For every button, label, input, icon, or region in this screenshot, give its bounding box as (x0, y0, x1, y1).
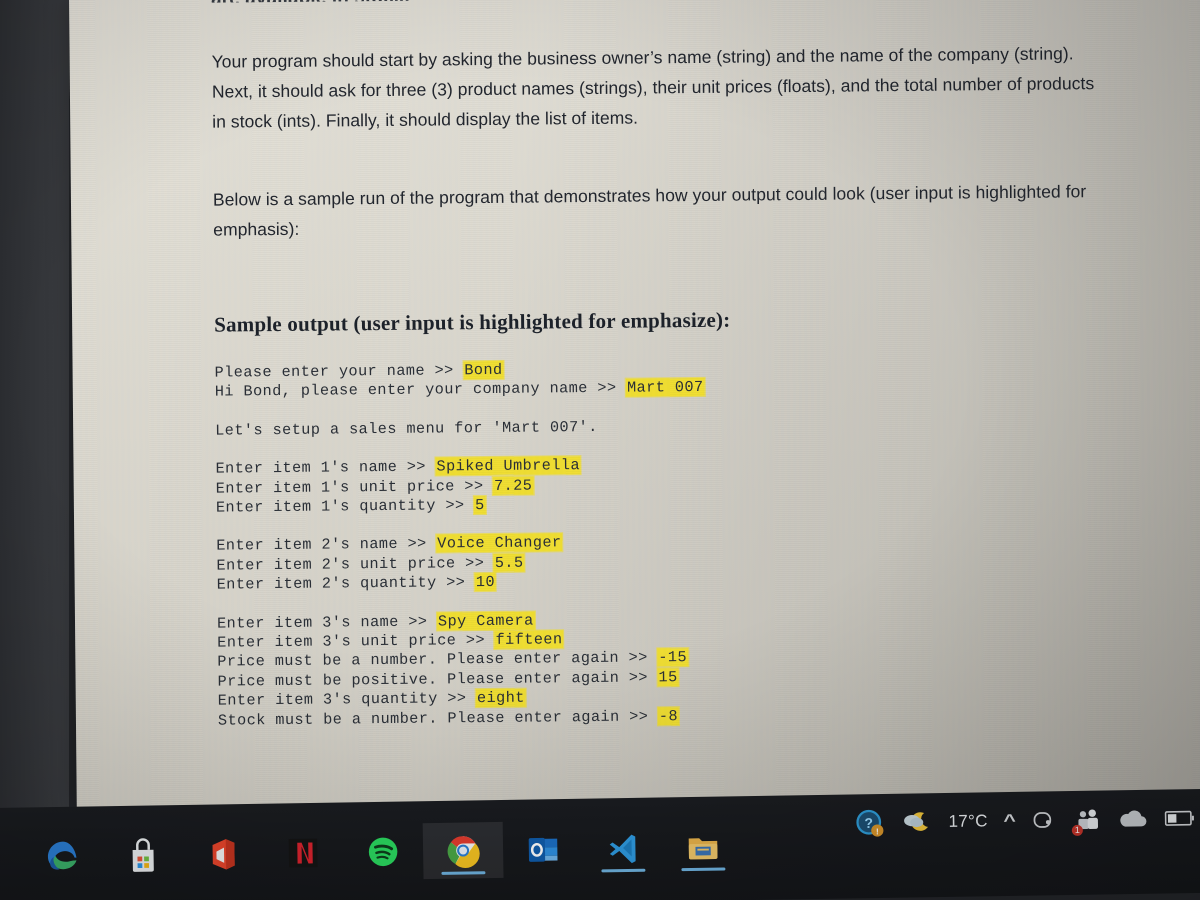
night-cloud-icon[interactable] (901, 808, 931, 836)
running-indicator (681, 867, 726, 872)
microsoft-store-icon (124, 836, 163, 875)
chevron-up-icon[interactable]: ^ (1003, 811, 1016, 831)
battery-icon[interactable] (1164, 809, 1195, 827)
taskbar-button-microsoft-outlook[interactable] (503, 821, 584, 878)
taskbar-app-buttons (23, 818, 744, 885)
taskbar-button-spotify[interactable] (343, 823, 424, 880)
laptop-bezel-left (0, 0, 69, 836)
webcam-icon[interactable] (1031, 807, 1057, 833)
console-prompt-text: Let's setup a sales menu for 'Mart 007'. (215, 417, 598, 440)
running-indicator (441, 871, 486, 875)
taskbar-button-microsoft-edge[interactable] (23, 828, 104, 885)
console-block: Enter item 3's name >> Spy Camera Enter i… (217, 606, 1118, 731)
console-prompt-text: Price must be positive. Please enter aga… (217, 668, 658, 691)
netflix-icon (284, 834, 323, 873)
taskbar-button-microsoft-office[interactable] (183, 826, 264, 883)
console-block: Enter item 1's name >> Spiked Umbrella En… (215, 451, 1116, 518)
console-block: Let's setup a sales menu for 'Mart 007'. (215, 413, 1115, 441)
weather-temperature[interactable]: 17°C (948, 811, 987, 832)
highlighted-user-input: Mart 007 (625, 378, 705, 398)
console-line: Let's setup a sales menu for 'Mart 007'. (215, 413, 1115, 441)
file-explorer-icon (684, 827, 723, 866)
highlighted-user-input: fifteen (494, 630, 564, 650)
highlighted-user-input: 15 (657, 668, 679, 687)
highlighted-user-input: Bond (463, 360, 504, 380)
taskbar-button-file-explorer[interactable] (663, 818, 744, 875)
console-prompt-text: Price must be a number. Please enter aga… (217, 648, 658, 672)
console-block: Please enter your name >> Bond Hi Bond, p… (215, 355, 1115, 402)
system-tray: ? ! 17°C ^ 1 (854, 803, 1200, 838)
console-prompt-text: Enter item 1's name >> (215, 457, 436, 478)
console-prompt-text: Enter item 1's quantity >> (215, 496, 475, 517)
teams-unread-badge: 1 (1071, 824, 1083, 836)
taskbar-button-microsoft-store[interactable] (103, 827, 184, 884)
sample-run-paragraph: Below is a sample run of the program tha… (212, 181, 1087, 240)
photograph-frame: are available in stock. Your program sho… (0, 0, 1200, 900)
highlighted-user-input: 7.25 (492, 476, 534, 495)
microsoft-edge-icon (44, 838, 83, 877)
highlighted-user-input: -8 (657, 706, 680, 726)
onedrive-cloud-icon[interactable] (1118, 808, 1148, 830)
highlighted-user-input: 5.5 (493, 553, 525, 572)
help-circle-icon[interactable]: ? ! (854, 808, 884, 838)
console-prompt-text: Enter item 1's unit price >> (215, 476, 494, 498)
console-prompt-text: Enter item 3's unit price >> (217, 631, 495, 652)
console-prompt-text: Enter item 2's name >> (216, 534, 437, 556)
highlighted-user-input: Spy Camera (436, 611, 535, 631)
taskbar-button-google-chrome[interactable] (422, 821, 504, 880)
console-block: Enter item 2's name >> Voice Changer Ente… (216, 528, 1117, 595)
running-indicator (601, 868, 646, 873)
console-output-block: Please enter your name >> Bond Hi Bond, p… (215, 355, 1118, 731)
highlighted-user-input: 10 (474, 573, 497, 592)
taskbar-button-visual-studio-code[interactable] (583, 819, 664, 876)
highlighted-user-input: Spiked Umbrella (435, 456, 582, 476)
console-prompt-text: Enter item 2's quantity >> (216, 573, 475, 594)
console-prompt-text: Stock must be a number. Please enter aga… (217, 707, 658, 730)
spotify-icon (364, 833, 403, 872)
console-prompt-text: Enter item 3's name >> (216, 612, 438, 633)
cut-off-text-line: are available in stock. (211, 0, 1111, 3)
microsoft-outlook-icon (524, 830, 563, 869)
highlighted-user-input: Voice Changer (436, 533, 563, 553)
console-prompt-text: Enter item 3's quantity >> (217, 689, 477, 710)
highlighted-user-input: -15 (657, 648, 689, 667)
visual-studio-code-icon (604, 829, 643, 868)
console-prompt-text: Please enter your name >> (214, 361, 464, 382)
highlighted-user-input: eight (475, 688, 526, 708)
taskbar-button-netflix[interactable] (263, 824, 344, 881)
intro-paragraph: Your program should start by asking the … (211, 43, 1095, 132)
console-prompt-text: Enter item 2's unit price >> (216, 553, 494, 575)
teams-icon[interactable]: 1 (1071, 807, 1100, 836)
svg-text:!: ! (876, 826, 879, 836)
console-prompt-text: Hi Bond, please enter your company name … (214, 379, 627, 402)
document-page: are available in stock. Your program sho… (69, 0, 1200, 808)
document-content: are available in stock. Your program sho… (211, 0, 1118, 731)
sample-output-heading: Sample output (user input is highlighted… (214, 307, 731, 337)
microsoft-office-icon (204, 835, 243, 874)
windows-taskbar: ? ! 17°C ^ 1 (0, 788, 1200, 900)
google-chrome-icon (444, 831, 483, 870)
highlighted-user-input: 5 (474, 496, 486, 515)
